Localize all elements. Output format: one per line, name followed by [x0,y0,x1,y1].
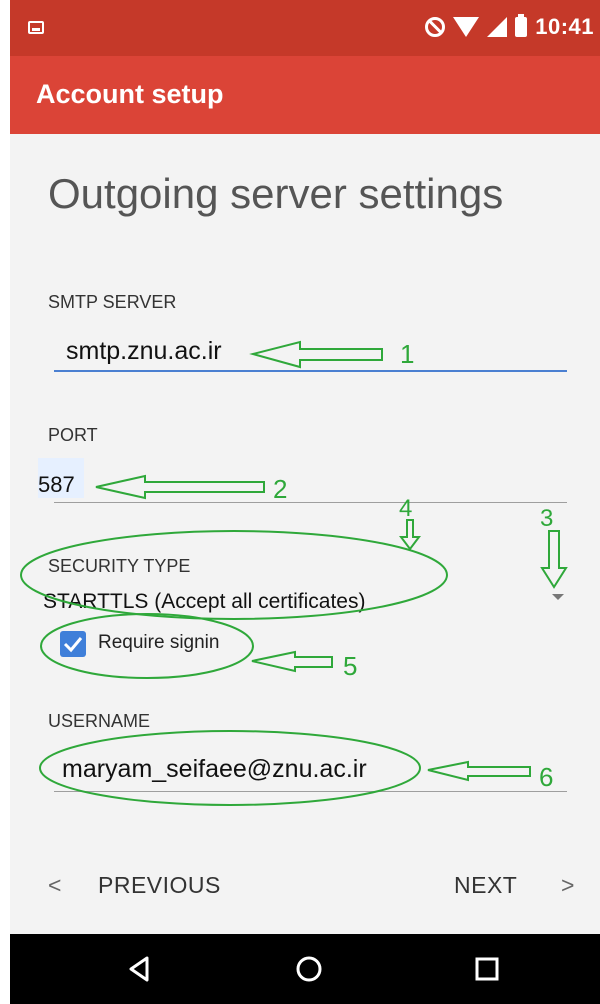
annotation-label-6: 6 [539,762,554,792]
annotation-arrow-3 [540,530,568,589]
annotation-arrow-5 [251,650,333,673]
recents-icon[interactable] [472,954,502,984]
annotation-arrow-4 [399,519,421,551]
annotation-label-2: 2 [273,474,288,504]
annotation-label-3: 3 [540,505,554,532]
annotation-overlay [20,340,568,806]
chevron-right-icon: > [561,872,575,898]
annotation-arrow-1 [249,340,383,369]
annotation-label-5: 5 [343,651,358,681]
previous-button[interactable]: PREVIOUS [98,872,221,899]
annotation-ellipse-username [39,730,421,806]
next-button[interactable]: NEXT [454,872,517,899]
annotation-label-1: 1 [400,339,415,369]
annotation-label-4: 4 [399,495,413,522]
chevron-left-icon: < [48,872,62,898]
annotation-ellipse-signin [40,613,254,679]
system-nav-bar [10,934,600,1004]
annotation-ellipse-security [20,530,448,620]
back-icon[interactable] [125,954,155,984]
annotation-arrow-2 [95,474,265,500]
home-icon[interactable] [294,954,324,984]
annotation-arrow-6 [427,760,531,782]
screen: 10:41 Account setup Outgoing server sett… [10,0,600,1004]
